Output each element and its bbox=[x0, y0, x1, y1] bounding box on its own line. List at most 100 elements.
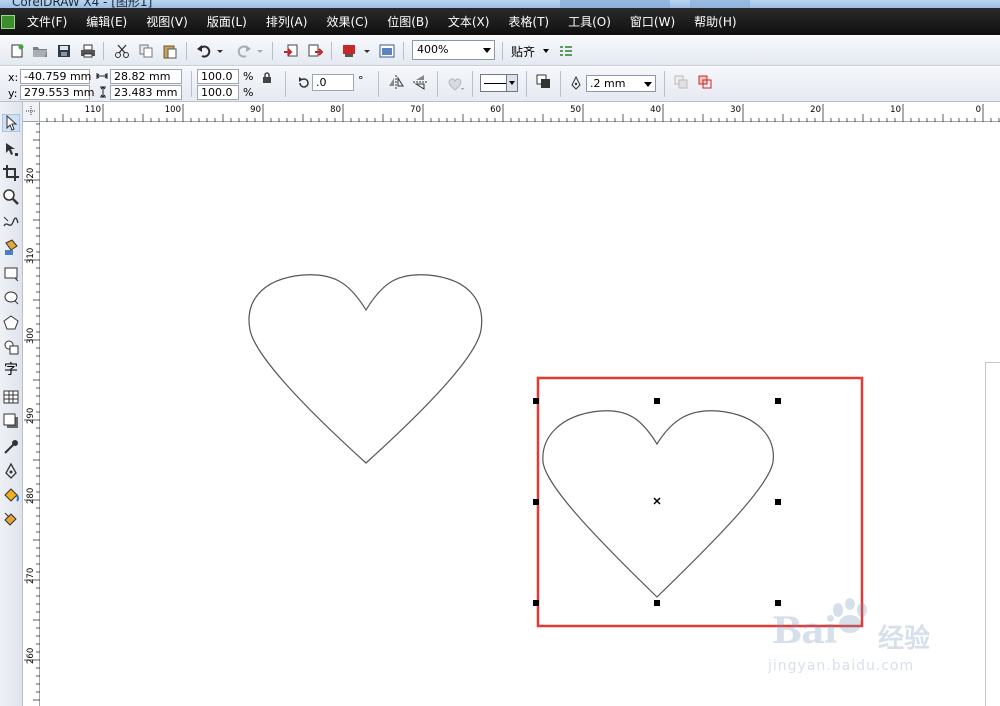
y-position-field[interactable]: 279.553 mm bbox=[20, 85, 94, 100]
table-tool-icon[interactable] bbox=[2, 388, 20, 406]
menu-arrange[interactable]: 排列(A) bbox=[266, 13, 308, 30]
menu-layout[interactable]: 版面(L) bbox=[207, 13, 247, 30]
zoom-level-select[interactable]: 400% bbox=[412, 40, 495, 60]
handle-middle-left[interactable] bbox=[533, 499, 539, 505]
pick-tool-icon[interactable] bbox=[2, 114, 20, 132]
handle-bottom-middle[interactable] bbox=[654, 600, 660, 606]
menu-view[interactable]: 视图(V) bbox=[146, 13, 188, 30]
separator bbox=[403, 42, 404, 60]
separator bbox=[285, 71, 286, 97]
ruler-origin[interactable] bbox=[23, 102, 40, 122]
zoom-tool-icon[interactable] bbox=[2, 188, 20, 206]
print-icon[interactable] bbox=[80, 43, 96, 59]
menu-text[interactable]: 文本(X) bbox=[448, 13, 490, 30]
lock-ratio-icon[interactable] bbox=[262, 72, 272, 84]
handle-top-left[interactable] bbox=[533, 398, 539, 404]
coreldraw-window: { "window": { "title": "CorelDRAW X4 - [… bbox=[0, 0, 1000, 706]
undo-icon[interactable] bbox=[196, 43, 212, 59]
mirror-horizontal-icon[interactable] bbox=[388, 74, 404, 90]
snap-to-button[interactable]: 贴齐 bbox=[511, 43, 535, 60]
outline-tool-icon[interactable] bbox=[2, 462, 20, 480]
outline-style-dropdown-button[interactable] bbox=[506, 75, 517, 91]
welcome-screen-icon[interactable] bbox=[379, 43, 395, 59]
convert-to-curves-icon[interactable] bbox=[674, 75, 688, 89]
crop-tool-icon[interactable] bbox=[2, 164, 20, 182]
freehand-tool-icon[interactable] bbox=[2, 214, 20, 232]
width-field[interactable]: 28.82 mm bbox=[110, 69, 182, 84]
wrap-text-icon[interactable] bbox=[447, 76, 465, 92]
handle-middle-right[interactable] bbox=[775, 499, 781, 505]
separator bbox=[437, 71, 438, 97]
outline-width-select[interactable]: .2 mm bbox=[586, 75, 656, 92]
y-label: y: bbox=[8, 87, 18, 100]
taskbar-blur bbox=[560, 0, 670, 8]
launcher-dropdown-icon[interactable] bbox=[363, 43, 371, 59]
interactive-drop-shadow-tool-icon[interactable] bbox=[2, 412, 20, 430]
shape-tool-icon[interactable] bbox=[2, 140, 20, 158]
application-launcher-icon[interactable] bbox=[341, 43, 357, 59]
mirror-vertical-icon[interactable] bbox=[412, 74, 428, 90]
outline-width-value: .2 mm bbox=[590, 77, 626, 90]
combine-icon[interactable] bbox=[698, 75, 712, 89]
ruler-label: 10 bbox=[890, 105, 901, 115]
ruler-label: 110 bbox=[85, 105, 101, 115]
menu-table[interactable]: 表格(T) bbox=[508, 13, 549, 30]
handle-top-middle[interactable] bbox=[654, 398, 660, 404]
scale-x-field[interactable]: 100.0 bbox=[197, 69, 239, 84]
text-tool-icon[interactable]: 字 bbox=[2, 361, 20, 379]
ruler-label: 260 bbox=[26, 648, 36, 664]
app-icon[interactable] bbox=[1, 14, 15, 29]
menu-effects[interactable]: 效果(C) bbox=[326, 13, 368, 30]
horizontal-ruler[interactable]: 110 100 90 80 70 60 50 40 30 20 10 0 bbox=[40, 102, 1000, 122]
ruler-label: 80 bbox=[330, 105, 341, 115]
menu-edit[interactable]: 编辑(E) bbox=[86, 13, 127, 30]
menu-help[interactable]: 帮助(H) bbox=[694, 13, 736, 30]
zoom-level-value: 400% bbox=[417, 43, 449, 56]
paste-icon[interactable] bbox=[162, 43, 178, 59]
rectangle-tool-icon[interactable] bbox=[2, 264, 20, 282]
handle-bottom-left[interactable] bbox=[533, 600, 539, 606]
import-icon[interactable] bbox=[283, 43, 299, 59]
snap-dropdown-icon[interactable] bbox=[543, 49, 549, 53]
heart-shape-selected[interactable] bbox=[542, 410, 774, 598]
redo-icon[interactable] bbox=[236, 43, 252, 59]
scale-y-field[interactable]: 100.0 bbox=[197, 85, 239, 100]
ellipse-tool-icon[interactable] bbox=[2, 288, 20, 306]
eyedropper-tool-icon[interactable] bbox=[2, 438, 20, 456]
menu-tools[interactable]: 工具(O) bbox=[568, 13, 611, 30]
vertical-ruler[interactable]: 320 310 300 290 280 270 260 bbox=[23, 122, 40, 706]
separator bbox=[502, 42, 503, 60]
redo-dropdown-icon[interactable] bbox=[256, 43, 264, 59]
open-folder-icon[interactable] bbox=[32, 43, 48, 59]
outline-style-preview bbox=[484, 83, 506, 84]
menu-file[interactable]: 文件(F) bbox=[27, 13, 67, 30]
copy-icon[interactable] bbox=[138, 43, 154, 59]
height-field[interactable]: 23.483 mm bbox=[110, 85, 182, 100]
to-front-icon[interactable] bbox=[536, 74, 552, 90]
basic-shapes-tool-icon[interactable] bbox=[2, 338, 20, 356]
x-label: x: bbox=[8, 71, 19, 84]
heart-shape-original[interactable] bbox=[248, 274, 483, 464]
smart-fill-tool-icon[interactable] bbox=[2, 238, 20, 256]
x-position-field[interactable]: -40.759 mm bbox=[20, 69, 91, 84]
menu-window[interactable]: 窗口(W) bbox=[630, 13, 675, 30]
ruler-label: 290 bbox=[26, 408, 36, 424]
rotation-center-icon[interactable] bbox=[653, 497, 661, 505]
rotation-field[interactable]: .0 bbox=[312, 74, 354, 91]
export-icon[interactable] bbox=[307, 43, 323, 59]
options-icon[interactable] bbox=[558, 43, 574, 59]
fill-tool-icon[interactable] bbox=[2, 486, 20, 504]
handle-top-right[interactable] bbox=[775, 398, 781, 404]
polygon-tool-icon[interactable] bbox=[2, 314, 20, 332]
menu-bitmaps[interactable]: 位图(B) bbox=[387, 13, 429, 30]
new-document-icon[interactable] bbox=[9, 43, 25, 59]
width-icon bbox=[96, 73, 108, 79]
interactive-fill-tool-icon[interactable] bbox=[2, 510, 20, 528]
undo-dropdown-icon[interactable] bbox=[216, 43, 224, 59]
ruler-label: 90 bbox=[250, 105, 261, 115]
outline-style-select[interactable] bbox=[480, 74, 518, 92]
ruler-label: 100 bbox=[165, 105, 181, 115]
cut-icon[interactable] bbox=[114, 43, 130, 59]
save-icon[interactable] bbox=[56, 43, 72, 59]
chevron-down-icon bbox=[644, 82, 652, 87]
